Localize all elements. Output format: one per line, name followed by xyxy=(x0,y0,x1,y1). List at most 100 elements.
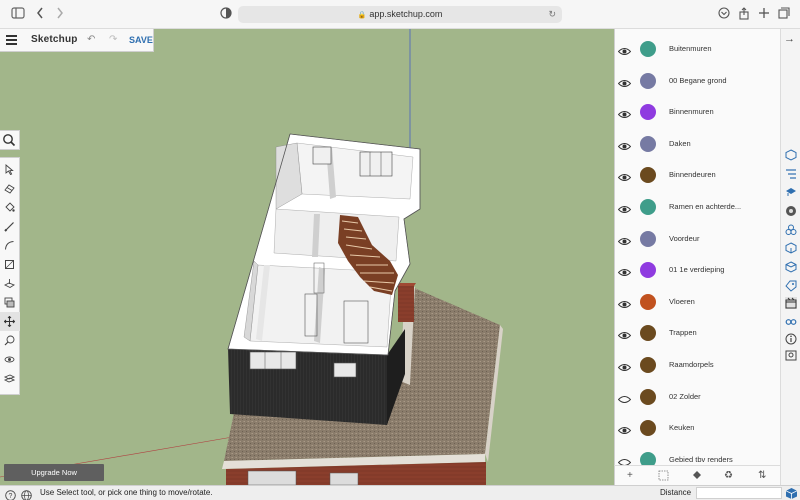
browser-toolbar: 🔒 app.sketchup.com ↻ xyxy=(0,0,800,29)
eye-icon[interactable] xyxy=(617,201,632,213)
forward-icon[interactable] xyxy=(52,7,68,23)
layer-color-swatch[interactable] xyxy=(640,167,656,184)
download-icon[interactable] xyxy=(716,7,732,23)
share-icon[interactable] xyxy=(736,7,752,23)
layer-color-swatch[interactable] xyxy=(640,72,656,89)
paint-bucket-icon xyxy=(5,202,15,212)
layer-color-swatch[interactable] xyxy=(640,325,656,342)
purge-icon[interactable]: ♻ xyxy=(724,470,733,481)
layer-color-swatch[interactable] xyxy=(640,420,656,437)
layer-row[interactable]: Ramen en achterde... xyxy=(615,192,780,223)
back-icon[interactable] xyxy=(32,7,48,23)
arc-tool[interactable] xyxy=(0,236,20,255)
instructor-icon[interactable] xyxy=(785,186,797,198)
rectangle-tool[interactable] xyxy=(0,255,20,274)
layers-panel: Buitenmuren 00 Begane grond Binnenmuren Dak… xyxy=(614,29,780,485)
eye-icon[interactable] xyxy=(617,233,632,245)
section-plane-tool[interactable] xyxy=(0,369,20,388)
layer-name: Vloeren xyxy=(669,296,695,306)
save-button[interactable]: SAVE xyxy=(129,35,153,45)
tabs-icon[interactable] xyxy=(776,7,792,23)
layer-row[interactable]: Vloeren xyxy=(615,287,780,318)
solid-inspector-icon[interactable] xyxy=(785,261,797,273)
eraser-tool[interactable] xyxy=(0,179,20,198)
reload-icon[interactable]: ↻ xyxy=(548,6,556,23)
eye-icon[interactable] xyxy=(617,422,632,435)
eye-icon[interactable] xyxy=(617,359,632,371)
layer-row[interactable]: Keuken xyxy=(615,413,780,444)
layer-color-swatch[interactable] xyxy=(640,357,656,373)
layer-row[interactable]: Voordeur xyxy=(615,224,780,255)
select-tool[interactable] xyxy=(0,160,20,179)
outliner-icon[interactable] xyxy=(785,168,797,180)
model-info-icon[interactable] xyxy=(785,349,797,361)
layer-color-swatch[interactable] xyxy=(640,388,656,405)
tags-icon[interactable] xyxy=(785,280,797,292)
paint-layer-icon[interactable] xyxy=(691,470,702,484)
line-tool[interactable] xyxy=(0,217,20,236)
scenes-icon[interactable] xyxy=(785,297,797,309)
layer-row[interactable]: Raamdorpels xyxy=(615,350,780,381)
help-icon[interactable]: ? xyxy=(5,488,16,500)
reader-icon[interactable] xyxy=(218,7,234,23)
panel-tray: → xyxy=(780,29,800,485)
layer-name: Buitenmuren xyxy=(669,44,712,53)
layer-row[interactable]: Daken xyxy=(615,129,780,160)
layer-row[interactable]: Buitenmuren xyxy=(615,34,780,65)
redo-icon[interactable]: ↷ xyxy=(109,34,117,45)
sidebar-icon[interactable] xyxy=(10,7,26,23)
undo-icon[interactable]: ↶ xyxy=(87,34,95,45)
eye-hidden-icon[interactable] xyxy=(617,391,632,403)
layer-color-swatch[interactable] xyxy=(640,230,656,247)
layer-color-swatch[interactable] xyxy=(640,199,656,215)
offset-tool[interactable] xyxy=(0,293,20,312)
layer-row[interactable]: 01 1e verdieping xyxy=(615,255,780,286)
styles-icon[interactable] xyxy=(785,242,797,254)
eye-icon[interactable] xyxy=(617,106,632,119)
eye-icon[interactable] xyxy=(617,264,632,277)
orbit-tool[interactable] xyxy=(0,350,20,369)
layer-row[interactable]: 00 Begane grond xyxy=(615,66,780,97)
eye-icon[interactable] xyxy=(617,327,632,340)
eye-hidden-icon[interactable] xyxy=(617,454,632,466)
view-cube-icon[interactable] xyxy=(785,487,798,500)
entity-info-icon[interactable] xyxy=(785,149,797,161)
globe-icon[interactable] xyxy=(21,488,32,500)
layer-row[interactable]: Trappen xyxy=(615,318,780,349)
eye-icon[interactable] xyxy=(617,138,632,150)
layer-row[interactable]: Binnendeuren xyxy=(615,160,780,191)
info-icon[interactable] xyxy=(785,333,797,345)
components-icon[interactable] xyxy=(785,224,797,236)
menu-icon[interactable] xyxy=(6,35,17,45)
house-model[interactable] xyxy=(0,29,614,485)
eye-icon[interactable] xyxy=(617,75,632,87)
collapse-arrow-icon[interactable]: → xyxy=(784,33,795,45)
eye-icon[interactable] xyxy=(617,169,632,182)
upgrade-button[interactable]: Upgrade Now xyxy=(4,464,104,481)
search-tool-button[interactable] xyxy=(0,130,20,150)
paint-bucket-tool[interactable] xyxy=(0,198,20,217)
layer-color-swatch[interactable] xyxy=(640,135,656,152)
model-viewport[interactable] xyxy=(0,29,614,485)
eye-icon[interactable] xyxy=(617,296,632,308)
materials-icon[interactable] xyxy=(785,205,797,217)
distance-input[interactable] xyxy=(696,487,782,499)
push-pull-tool[interactable] xyxy=(0,274,20,293)
display-icon[interactable] xyxy=(785,316,797,328)
layer-color-swatch[interactable] xyxy=(640,293,656,310)
sort-icon[interactable]: ⇅ xyxy=(758,470,766,481)
layer-row[interactable]: Binnenmuren xyxy=(615,97,780,128)
tape-measure-tool[interactable] xyxy=(0,331,20,350)
new-tab-icon[interactable] xyxy=(756,7,772,23)
url-bar[interactable]: 🔒 app.sketchup.com ↻ xyxy=(238,6,562,23)
layer-name: 01 1e verdieping xyxy=(669,265,725,275)
layer-color-swatch[interactable] xyxy=(640,41,656,57)
layer-row[interactable]: 02 Zolder xyxy=(615,382,780,413)
layer-color-swatch[interactable] xyxy=(640,104,656,121)
eye-icon[interactable] xyxy=(617,43,632,55)
select-layer-icon[interactable] xyxy=(658,470,669,484)
layer-color-swatch[interactable] xyxy=(640,262,656,279)
move-tool[interactable] xyxy=(0,312,20,331)
layer-name: Raamdorpels xyxy=(669,360,714,369)
add-layer-icon[interactable]: + xyxy=(627,470,633,481)
